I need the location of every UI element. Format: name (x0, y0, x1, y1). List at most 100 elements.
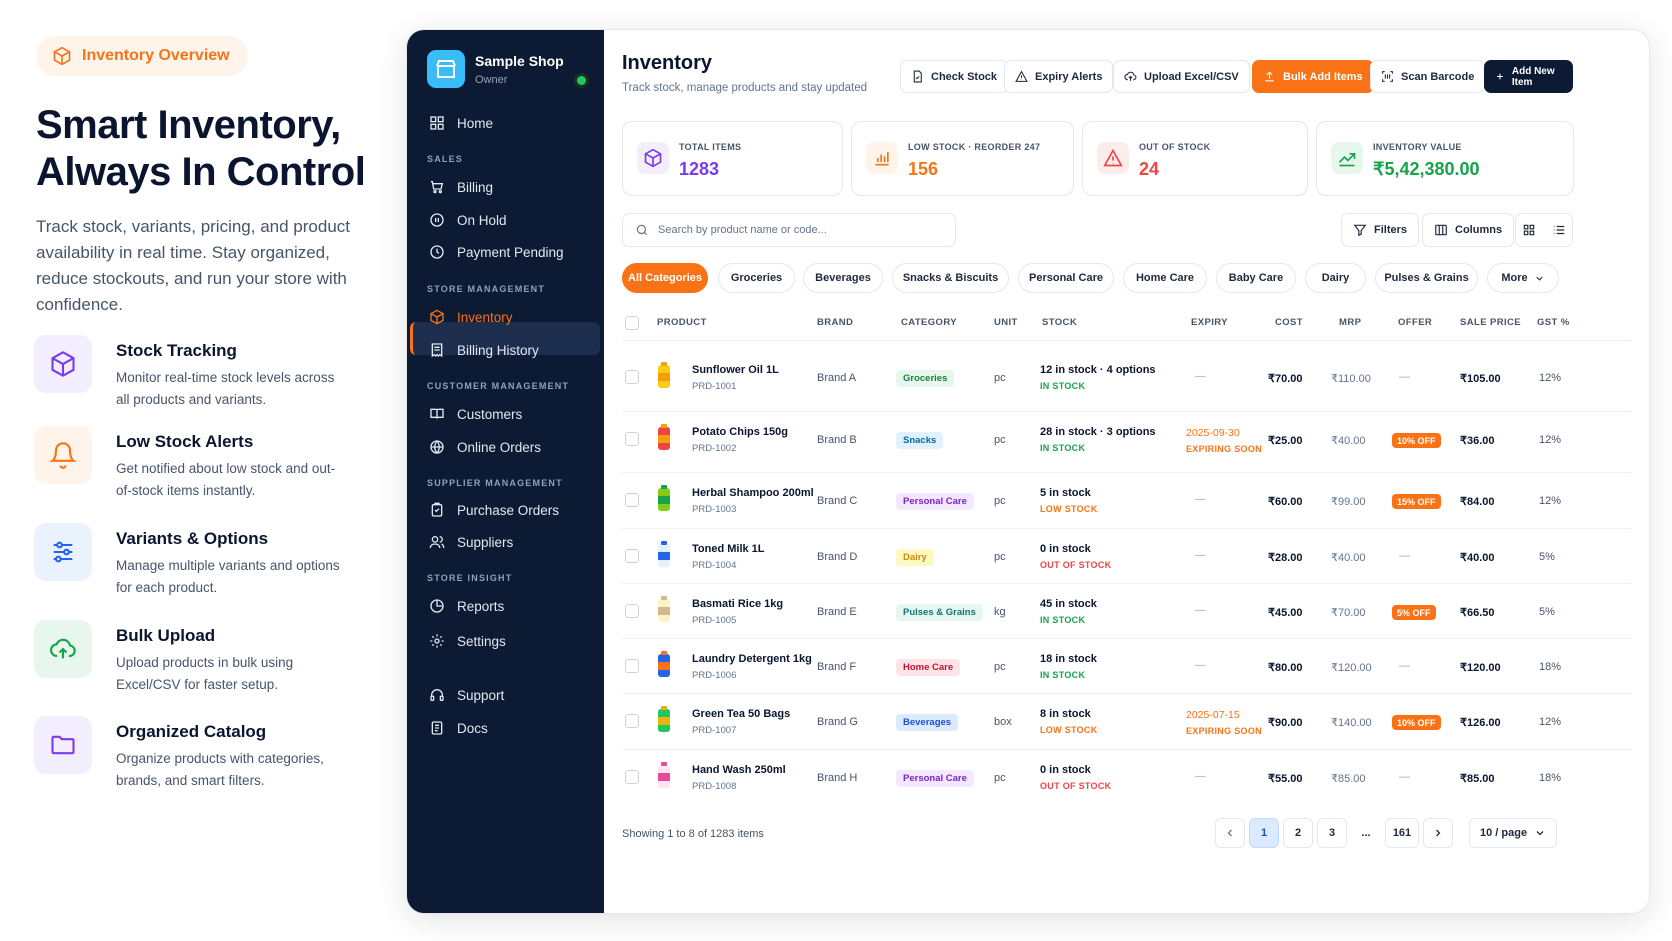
table-row[interactable]: Basmati Rice 1kg PRD-1005 Brand E Pulses… (604, 584, 1649, 639)
sidebar-item-on-hold[interactable]: On Hold (429, 212, 507, 228)
table-row[interactable]: Toned Milk 1L PRD-1004 Brand D Dairy pc … (604, 529, 1649, 584)
columns-button[interactable]: Columns (1422, 213, 1515, 247)
receipt-icon (431, 343, 443, 358)
prev-page-button[interactable] (1215, 818, 1245, 848)
sidebar-item-online-orders[interactable]: Online Orders (429, 439, 541, 455)
gst-cell: 18% (1539, 772, 1562, 784)
users-icon (429, 536, 445, 549)
chip-label: More (1501, 272, 1528, 284)
category-more-dropdown[interactable]: More (1487, 263, 1559, 293)
product-thumbnail (651, 705, 677, 735)
sale-price-cell: ₹66.50 (1460, 607, 1495, 619)
sidebar-item-suppliers[interactable]: Suppliers (429, 534, 513, 550)
category-chip-dairy[interactable]: Dairy (1305, 263, 1366, 293)
sidebar-item-reports[interactable]: Reports (429, 598, 504, 614)
search-input[interactable]: Search by product name or code... (622, 213, 956, 247)
table-row[interactable]: Laundry Detergent 1kg PRD-1006 Brand F H… (604, 639, 1649, 694)
sidebar-item-customers[interactable]: Customers (429, 406, 522, 422)
page-button-161[interactable]: 161 (1385, 818, 1419, 848)
grid-view-icon[interactable] (1522, 223, 1536, 237)
category-chip-groceries[interactable]: Groceries (718, 263, 795, 293)
upload-csv-button[interactable]: Upload Excel/CSV (1113, 60, 1250, 93)
row-checkbox[interactable] (625, 370, 639, 384)
column-header-gst[interactable]: GST % (1537, 317, 1570, 328)
product-image-icon (658, 651, 670, 677)
table-row[interactable]: Herbal Shampoo 200ml PRD-1003 Brand C Pe… (604, 473, 1649, 528)
sidebar-item-home[interactable]: Home (429, 115, 493, 131)
sidebar-item-inventory[interactable]: Inventory (429, 309, 513, 325)
product-thumbnail (651, 540, 677, 570)
category-badge: Personal Care (896, 770, 974, 787)
hero-title-line2: Always In Control (36, 150, 366, 194)
row-checkbox[interactable] (625, 604, 639, 618)
column-header-stock[interactable]: STOCK (1042, 317, 1077, 328)
feature-title: Bulk Upload (116, 626, 216, 645)
category-chip-pulses[interactable]: Pulses & Grains (1375, 263, 1478, 293)
column-header-offer[interactable]: OFFER (1398, 317, 1432, 328)
mrp-cell: ₹40.00 (1331, 435, 1366, 447)
column-header-expiry[interactable]: EXPIRY (1191, 317, 1228, 328)
button-label: Bulk Add Items (1283, 70, 1363, 83)
select-all-checkbox[interactable] (625, 316, 639, 330)
bulk-add-button[interactable]: Bulk Add Items (1252, 60, 1374, 93)
feature-low-stock-alerts: Low Stock Alerts Get notified about low … (34, 426, 394, 506)
page-size-select[interactable]: 10 / page (1469, 818, 1557, 848)
grid-icon (430, 116, 444, 130)
sidebar-item-purchase-orders[interactable]: Purchase Orders (429, 502, 559, 518)
sidebar-item-settings[interactable]: Settings (429, 633, 506, 649)
row-checkbox[interactable] (625, 659, 639, 673)
column-header-category[interactable]: CATEGORY (901, 317, 957, 328)
gst-cell: 12% (1539, 372, 1562, 384)
table-row[interactable]: Sunflower Oil 1L PRD-1001 Brand A Grocer… (604, 350, 1649, 405)
category-chip-all[interactable]: All Categories (622, 263, 708, 293)
category-chip-baby-care[interactable]: Baby Care (1216, 263, 1296, 293)
page-size-label: 10 / page (1480, 827, 1528, 839)
filters-button[interactable]: Filters (1341, 213, 1420, 247)
sidebar-item-docs[interactable]: Docs (429, 720, 488, 736)
column-header-brand[interactable]: BRAND (817, 317, 853, 328)
category-chip-personal-care[interactable]: Personal Care (1018, 263, 1114, 293)
product-name: Toned Milk 1L (692, 543, 765, 555)
column-header-unit[interactable]: UNIT (994, 317, 1018, 328)
row-checkbox[interactable] (625, 432, 639, 446)
column-header-mrp[interactable]: MRP (1339, 317, 1361, 328)
row-checkbox[interactable] (625, 493, 639, 507)
sidebar-item-billing[interactable]: Billing (429, 179, 493, 195)
column-header-cost[interactable]: COST (1275, 317, 1303, 328)
table-row[interactable]: Potato Chips 150g PRD-1002 Brand B Snack… (604, 412, 1649, 467)
scan-barcode-button[interactable]: Scan Barcode (1370, 60, 1486, 93)
column-header-product[interactable]: PRODUCT (657, 317, 707, 328)
sidebar-item-payment-pending[interactable]: Payment Pending (429, 244, 564, 260)
row-checkbox[interactable] (625, 714, 639, 728)
table-row[interactable]: Hand Wash 250ml PRD-1008 Brand H Persona… (604, 750, 1649, 805)
gst-cell: 5% (1539, 606, 1555, 618)
feature-icon-box (34, 335, 92, 393)
page-button-3[interactable]: 3 (1317, 818, 1347, 848)
check-stock-button[interactable]: Check Stock (900, 60, 1009, 93)
category-chip-snacks[interactable]: Snacks & Biscuits (892, 263, 1009, 293)
column-header-sale-price[interactable]: SALE PRICE (1460, 317, 1521, 328)
add-new-item-button[interactable]: Add New Item (1484, 60, 1573, 93)
category-chip-home-care[interactable]: Home Care (1123, 263, 1207, 293)
row-checkbox[interactable] (625, 770, 639, 784)
expiry-alerts-button[interactable]: Expiry Alerts (1004, 60, 1114, 93)
expiry-date: — (1195, 604, 1206, 616)
list-view-icon[interactable] (1552, 223, 1566, 237)
sidebar-item-label: Billing (457, 179, 494, 195)
chip-label: Beverages (815, 272, 871, 284)
shop-logo (427, 50, 465, 88)
category-chip-beverages[interactable]: Beverages (803, 263, 883, 293)
row-checkbox[interactable] (625, 549, 639, 563)
stat-label: OUT OF STOCK (1139, 142, 1211, 152)
next-page-button[interactable] (1423, 818, 1453, 848)
table-row[interactable]: Green Tea 50 Bags PRD-1007 Brand G Bever… (604, 694, 1649, 749)
sidebar-item-billing-history[interactable]: Billing History (429, 342, 539, 358)
stock-status: OUT OF STOCK (1040, 560, 1112, 570)
page-button-1[interactable]: 1 (1249, 818, 1279, 848)
feature-organized-catalog: Organized Catalog Organize products with… (34, 716, 394, 796)
sidebar-item-support[interactable]: Support (429, 687, 504, 703)
page-button-2[interactable]: 2 (1283, 818, 1313, 848)
sidebar-item-label: Inventory (457, 309, 513, 325)
shop-switcher[interactable]: Sample Shop Owner (427, 50, 587, 92)
stat-icon-box (1331, 142, 1363, 174)
